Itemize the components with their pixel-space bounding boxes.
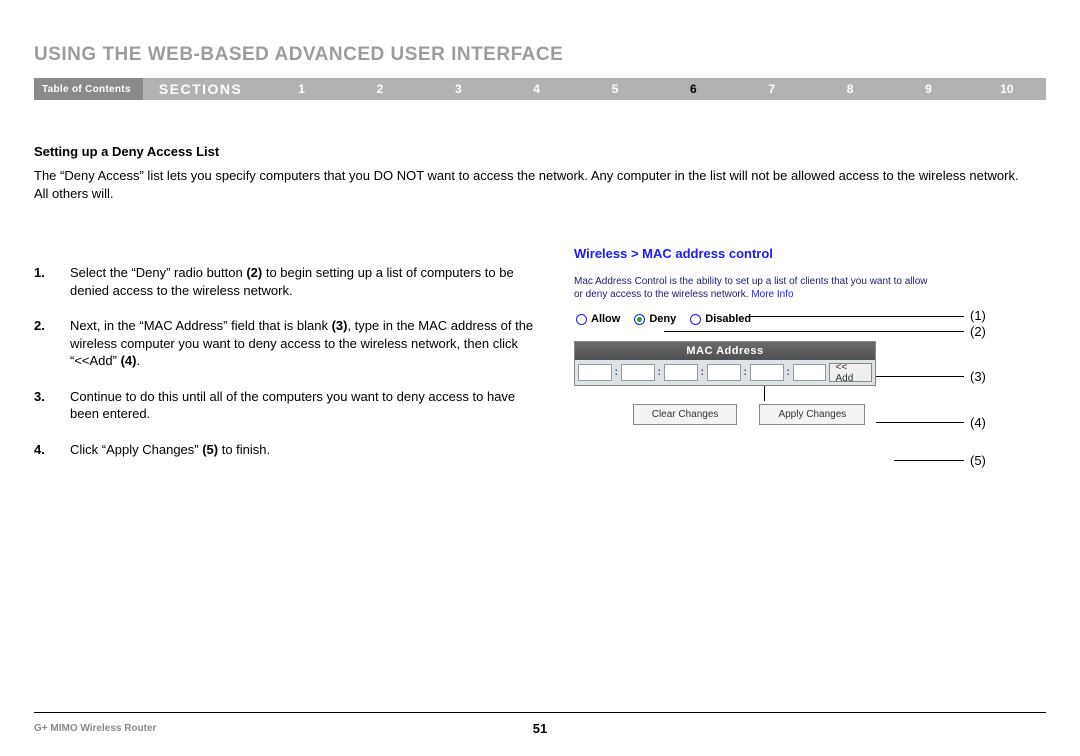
step-4: Click “Apply Changes” (5) to finish. bbox=[34, 441, 546, 459]
section-link-8[interactable]: 8 bbox=[811, 78, 889, 100]
section-link-3[interactable]: 3 bbox=[419, 78, 497, 100]
panel-description: Mac Address Control is the ability to se… bbox=[574, 275, 934, 301]
router-panel: Wireless > MAC address control Mac Addre… bbox=[574, 246, 944, 425]
mac-table: MAC Address : : : : : << Add bbox=[574, 341, 876, 386]
radio-allow-label: Allow bbox=[591, 313, 620, 325]
section-link-2[interactable]: 2 bbox=[341, 78, 419, 100]
more-info-link[interactable]: More Info bbox=[751, 289, 793, 300]
clear-changes-button[interactable]: Clear Changes bbox=[633, 404, 738, 425]
callout-5: (5) bbox=[970, 453, 986, 468]
radio-row: Allow Deny Disabled bbox=[576, 313, 746, 325]
section-nav-bar: Table of Contents SECTIONS 1 2 3 4 5 6 7… bbox=[34, 78, 1046, 100]
radio-allow-group[interactable]: Allow bbox=[576, 313, 620, 325]
radio-disabled-group[interactable]: Disabled bbox=[690, 313, 751, 325]
panel-buttons: Clear Changes Apply Changes bbox=[574, 404, 924, 425]
callout-4: (4) bbox=[970, 415, 986, 430]
footer-rule bbox=[34, 712, 1046, 713]
step-2: Next, in the “MAC Address” field that is… bbox=[34, 317, 546, 370]
mac-input-5[interactable] bbox=[750, 364, 784, 381]
breadcrumb: Wireless > MAC address control bbox=[574, 246, 944, 261]
radio-deny-group[interactable]: Deny bbox=[634, 313, 676, 325]
radio-allow[interactable] bbox=[576, 314, 587, 325]
mac-input-3[interactable] bbox=[664, 364, 698, 381]
callout-1: (1) bbox=[970, 308, 986, 323]
screenshot-figure: Wireless > MAC address control Mac Addre… bbox=[574, 246, 1046, 506]
intro-paragraph: The “Deny Access” list lets you specify … bbox=[34, 167, 1034, 202]
callout-line-5 bbox=[894, 460, 964, 461]
radio-deny[interactable] bbox=[634, 314, 645, 325]
apply-changes-button[interactable]: Apply Changes bbox=[759, 404, 865, 425]
mac-input-6[interactable] bbox=[793, 364, 827, 381]
product-name: G+ MIMO Wireless Router bbox=[34, 723, 156, 734]
section-link-6[interactable]: 6 bbox=[654, 78, 732, 100]
section-link-9[interactable]: 9 bbox=[889, 78, 967, 100]
page-number: 51 bbox=[533, 721, 547, 736]
manual-page: USING THE WEB-BASED ADVANCED USER INTERF… bbox=[0, 0, 1080, 756]
section-link-4[interactable]: 4 bbox=[497, 78, 575, 100]
left-column: Select the “Deny” radio button (2) to be… bbox=[34, 246, 546, 476]
section-link-5[interactable]: 5 bbox=[576, 78, 654, 100]
callout-3: (3) bbox=[970, 369, 986, 384]
radio-disabled-label: Disabled bbox=[705, 313, 751, 325]
callout-2: (2) bbox=[970, 324, 986, 339]
page-title: USING THE WEB-BASED ADVANCED USER INTERF… bbox=[34, 44, 1046, 66]
step-3: Continue to do this until all of the com… bbox=[34, 388, 546, 423]
mac-input-1[interactable] bbox=[578, 364, 612, 381]
radio-deny-label: Deny bbox=[649, 313, 676, 325]
mac-header: MAC Address bbox=[575, 342, 875, 360]
toc-link[interactable]: Table of Contents bbox=[34, 78, 143, 100]
callout-line-4 bbox=[876, 422, 964, 423]
add-button[interactable]: << Add bbox=[829, 363, 873, 382]
mac-input-4[interactable] bbox=[707, 364, 741, 381]
content-columns: Select the “Deny” radio button (2) to be… bbox=[34, 246, 1046, 506]
callout-line-2 bbox=[664, 331, 964, 332]
sections-label: SECTIONS bbox=[143, 78, 263, 100]
section-link-7[interactable]: 7 bbox=[733, 78, 811, 100]
page-footer: G+ MIMO Wireless Router 51 bbox=[34, 712, 1046, 734]
subheading: Setting up a Deny Access List bbox=[34, 144, 1046, 159]
step-1: Select the “Deny” radio button (2) to be… bbox=[34, 264, 546, 299]
steps-list: Select the “Deny” radio button (2) to be… bbox=[34, 264, 546, 458]
radio-disabled[interactable] bbox=[690, 314, 701, 325]
mac-input-2[interactable] bbox=[621, 364, 655, 381]
section-link-10[interactable]: 10 bbox=[968, 78, 1046, 100]
mac-row: : : : : : << Add bbox=[575, 360, 875, 385]
section-link-1[interactable]: 1 bbox=[262, 78, 340, 100]
